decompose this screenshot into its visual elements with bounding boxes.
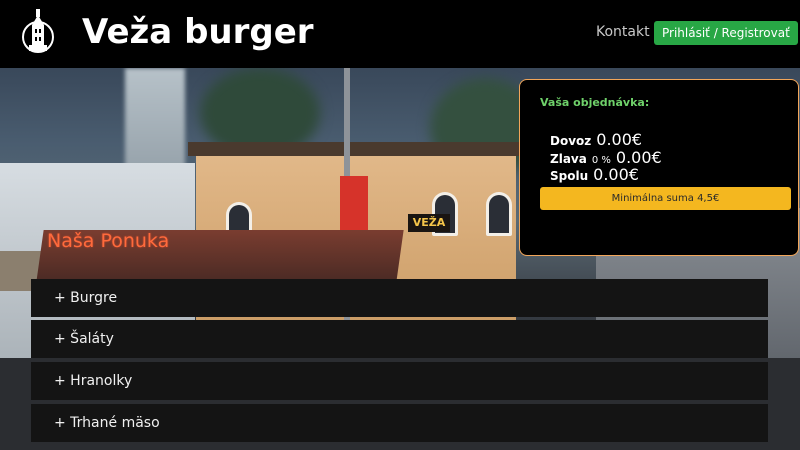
red-street-sign bbox=[340, 176, 368, 236]
delivery-value: 0.00€ bbox=[596, 130, 643, 149]
login-register-button[interactable]: Prihlásiť / Registrovať bbox=[654, 21, 798, 45]
top-navbar: Veža burger Kontakt Prihlásiť / Registro… bbox=[0, 0, 800, 68]
brand-title[interactable]: Veža burger bbox=[82, 12, 314, 52]
discount-label: Zlava bbox=[550, 152, 587, 166]
tower-icon[interactable] bbox=[22, 9, 54, 57]
order-title: Vaša objednávka: bbox=[540, 96, 650, 109]
delivery-label: Dovoz bbox=[550, 134, 592, 148]
delivery-row: Dovoz 0.00€ bbox=[550, 130, 642, 149]
menu-item-hranolky[interactable]: + Hranolky bbox=[31, 362, 768, 400]
menu-title: Naša Ponuka bbox=[47, 230, 170, 252]
total-value: 0.00€ bbox=[593, 165, 639, 184]
roof bbox=[188, 142, 524, 156]
menu-item-salaty[interactable]: + Šaláty bbox=[31, 320, 768, 358]
total-label: Spolu bbox=[550, 169, 589, 183]
total-row: Spolu 0.00€ bbox=[550, 165, 639, 184]
menu-item-burgre[interactable]: + Burgre bbox=[31, 279, 768, 317]
menu-item-trhane-maso[interactable]: + Trhané mäso bbox=[31, 404, 768, 442]
restaurant-sign: VEŽA bbox=[408, 214, 450, 232]
window bbox=[486, 192, 512, 236]
nav-contact-link[interactable]: Kontakt bbox=[596, 24, 650, 40]
minimum-amount-button[interactable]: Minimálna suma 4,5€ bbox=[540, 187, 791, 210]
order-panel: Vaša objednávka: Dovoz 0.00€ Zlava 0 % 0… bbox=[519, 79, 799, 256]
